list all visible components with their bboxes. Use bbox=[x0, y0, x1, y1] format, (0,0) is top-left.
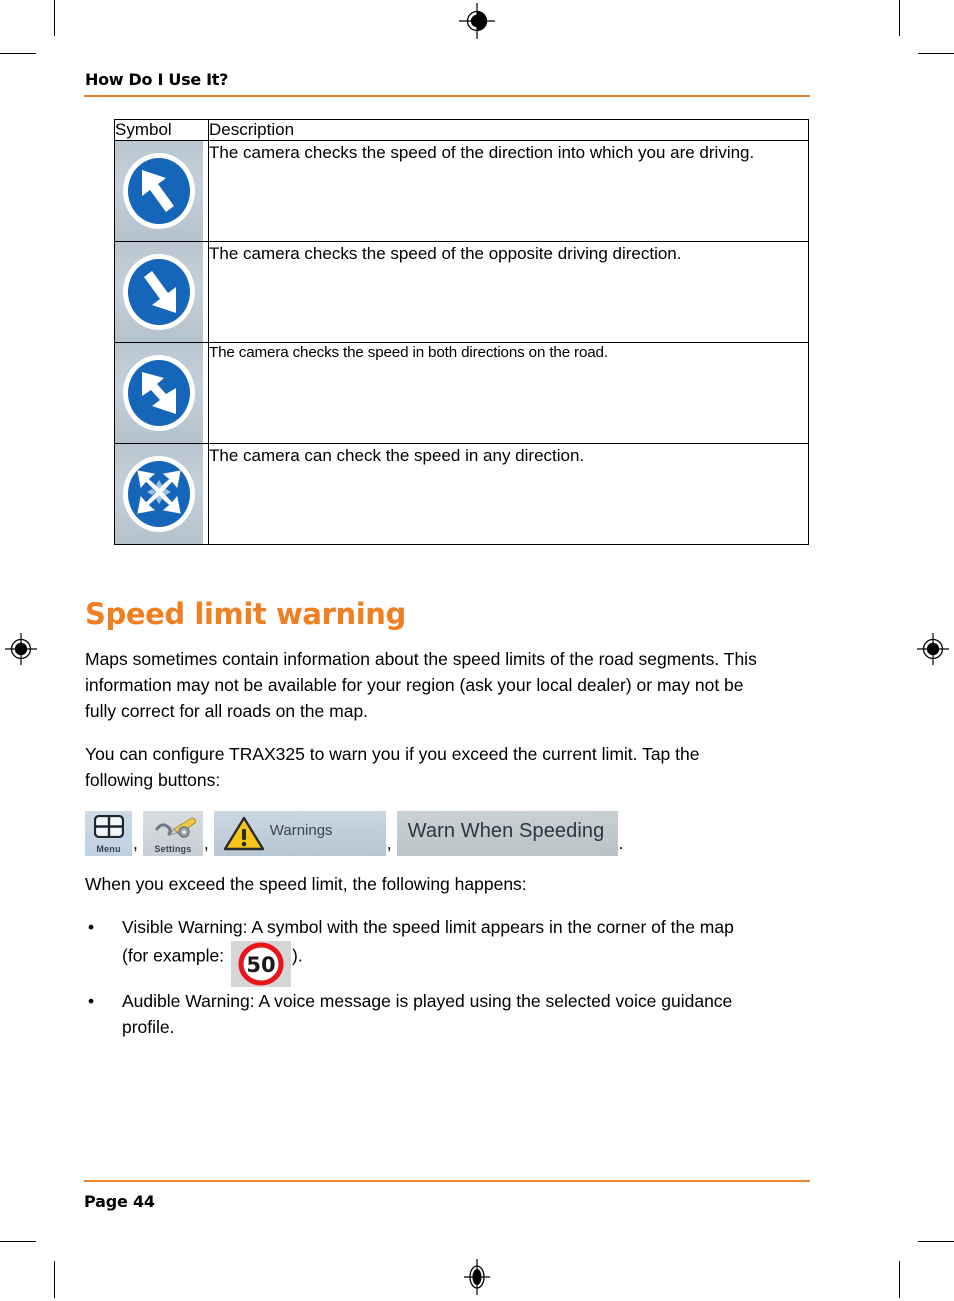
symbol-cell bbox=[114, 241, 209, 344]
footer-rule bbox=[84, 1180, 810, 1182]
symbol-cell bbox=[114, 443, 209, 546]
registration-target-icon-left bbox=[2, 630, 40, 668]
crop-mark-top-right-vertical bbox=[899, 0, 900, 36]
paragraph-configure-instructions: You can configure TRAX325 to warn you if… bbox=[85, 744, 700, 790]
page-footer: Page 44 bbox=[84, 1180, 810, 1211]
arrow-four-way-icon bbox=[115, 444, 203, 545]
bullet-text-part-after: ). bbox=[292, 945, 303, 966]
settings-button-label: Settings bbox=[154, 843, 192, 854]
warning-triangle-icon bbox=[223, 816, 264, 851]
table-row: The camera checks the speed of the oppos… bbox=[114, 241, 809, 344]
page-number: Page 44 bbox=[84, 1192, 155, 1211]
page-title: Speed limit warning bbox=[85, 597, 406, 632]
speed-limit-sign-icon: 50 bbox=[231, 940, 291, 987]
menu-button-label: Menu bbox=[96, 843, 121, 854]
running-head: How Do I Use It? bbox=[85, 70, 229, 89]
arrow-up-left-icon bbox=[115, 141, 203, 242]
description-cell: The camera checks the speed of the direc… bbox=[208, 140, 809, 243]
bullet-text-part-before: Visible Warning: A symbol with the speed… bbox=[122, 916, 734, 966]
separator-3: , bbox=[386, 833, 392, 854]
table-row: The camera checks the speed in both dire… bbox=[114, 342, 809, 445]
table-row: The camera can check the speed in any di… bbox=[114, 443, 809, 546]
warnings-button-label: Warnings bbox=[269, 821, 333, 839]
settings-button[interactable]: Settings bbox=[142, 810, 203, 856]
arrow-down-right-icon bbox=[115, 242, 203, 343]
speed-limit-value: 50 bbox=[246, 953, 275, 977]
column-header-description: Description bbox=[208, 118, 809, 142]
list-item: • Audible Warning: A voice message is pl… bbox=[85, 989, 810, 1041]
crop-mark-bottom-right-vertical bbox=[899, 1261, 900, 1298]
description-cell: The camera checks the speed in both dire… bbox=[208, 342, 809, 445]
arrow-bidirectional-diagonal-icon bbox=[115, 343, 203, 444]
header-rule bbox=[84, 95, 810, 97]
separator-2: , bbox=[203, 833, 209, 854]
warn-when-speeding-label: Warn When Speeding bbox=[407, 819, 605, 842]
symbol-description-table: Symbol Description The camera checks the… bbox=[114, 118, 809, 546]
description-cell: The camera checks the speed of the oppos… bbox=[208, 241, 809, 344]
warnings-button[interactable]: Warnings bbox=[213, 810, 386, 856]
bullet-marker: • bbox=[88, 916, 95, 937]
symbol-cell bbox=[114, 140, 209, 243]
column-header-symbol: Symbol bbox=[114, 118, 209, 142]
crop-mark-top-left-horizontal bbox=[0, 53, 36, 54]
table-row: The camera checks the speed of the direc… bbox=[114, 140, 809, 243]
description-cell: The camera can check the speed in any di… bbox=[208, 443, 809, 546]
crop-mark-bottom-left-vertical bbox=[54, 1261, 55, 1298]
registration-target-icon-right bbox=[914, 630, 952, 668]
registration-target-icon-top bbox=[458, 2, 496, 40]
menu-button[interactable]: Menu bbox=[85, 810, 132, 856]
bullet-text-audible-warning: Audible Warning: A voice message is play… bbox=[122, 990, 733, 1037]
page-content: How Do I Use It? Symbol Description The … bbox=[84, 70, 810, 1056]
bullet-text-visible-warning: Visible Warning: A symbol with the speed… bbox=[122, 915, 742, 987]
registration-target-icon-bottom bbox=[458, 1258, 496, 1296]
crop-mark-bottom-left-horizontal bbox=[0, 1241, 36, 1242]
warn-when-speeding-button[interactable]: Warn When Speeding bbox=[396, 810, 618, 856]
paragraph-when-exceed: When you exceed the speed limit, the fol… bbox=[85, 873, 527, 894]
crop-mark-bottom-right-horizontal bbox=[918, 1241, 954, 1242]
symbol-cell bbox=[114, 342, 209, 445]
separator-1: , bbox=[133, 833, 138, 854]
crop-mark-top-left-vertical bbox=[54, 0, 55, 36]
button-sequence: Menu , Settings , Warnings , Warn When S… bbox=[85, 810, 810, 856]
table-header-row: Symbol Description bbox=[114, 118, 809, 142]
list-item: • Visible Warning: A symbol with the spe… bbox=[85, 915, 810, 987]
crop-mark-top-right-horizontal bbox=[918, 53, 954, 54]
bullet-marker: • bbox=[88, 990, 95, 1011]
paragraph-speed-limit-info: Maps sometimes contain information about… bbox=[85, 649, 757, 722]
sentence-terminator: . bbox=[618, 833, 624, 854]
